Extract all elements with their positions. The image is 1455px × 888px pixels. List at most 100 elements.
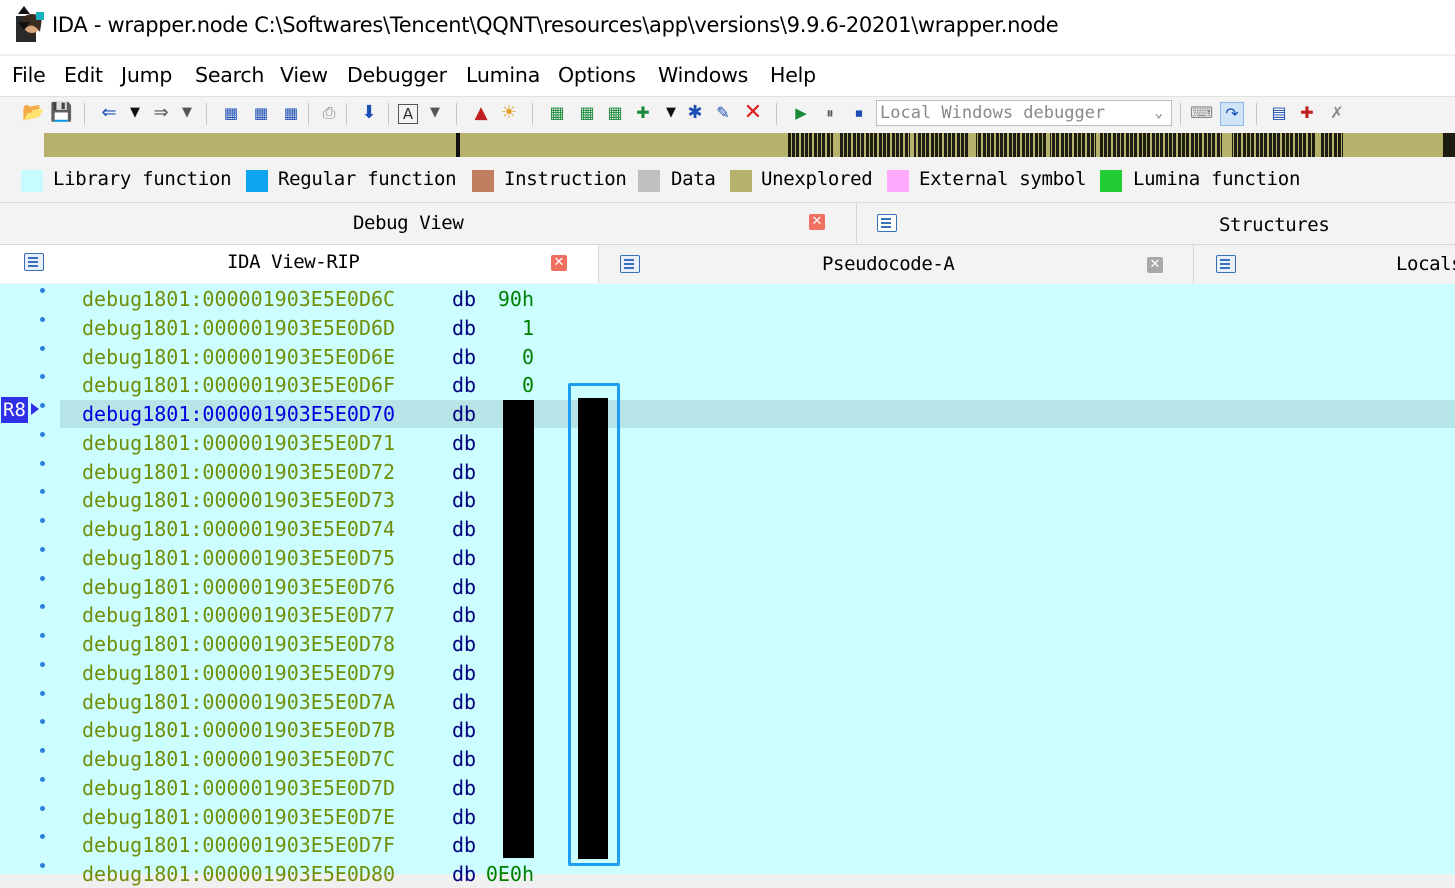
line-marker-dot[interactable] bbox=[40, 489, 45, 494]
line-value[interactable]: 0E0h bbox=[482, 860, 534, 888]
forward-dropdown-icon[interactable]: ▼ bbox=[176, 102, 198, 124]
line-marker-dot[interactable] bbox=[40, 346, 45, 351]
line-marker-dot[interactable] bbox=[40, 777, 45, 782]
disasm-line[interactable]: debug1801:000001903E5E0D7Ddbh bbox=[82, 774, 534, 802]
tab-ida-view-rip[interactable]: IDA View-RIP ✕ bbox=[0, 245, 599, 283]
disasm-line[interactable]: debug1801:000001903E5E0D73dbh bbox=[82, 486, 534, 514]
make-ascii-icon[interactable]: ▦ bbox=[604, 102, 626, 124]
menu-jump[interactable]: Jump bbox=[121, 63, 172, 87]
line-marker-dot[interactable] bbox=[40, 662, 45, 667]
debugger-select[interactable]: Local Windows debugger ⌄ bbox=[876, 100, 1172, 126]
search-text-icon[interactable]: ▦ bbox=[250, 102, 272, 124]
line-value[interactable]: 0 bbox=[482, 343, 534, 371]
line-address[interactable]: debug1801:000001903E5E0D72 bbox=[82, 460, 395, 484]
tab-structures[interactable]: Structures bbox=[857, 203, 1455, 243]
tab-pseudocode-a[interactable]: Pseudocode-A ✕ bbox=[599, 245, 1194, 283]
step-into-icon[interactable]: ⌨ bbox=[1190, 102, 1213, 124]
disasm-line[interactable]: debug1801:000001903E5E0D78dbh bbox=[82, 630, 534, 658]
line-marker-dot[interactable] bbox=[40, 374, 45, 379]
disasm-line[interactable]: debug1801:000001903E5E0D6D db 1 bbox=[82, 314, 534, 342]
line-value[interactable]: 90h bbox=[482, 285, 534, 313]
line-address[interactable]: debug1801:000001903E5E0D76 bbox=[82, 575, 395, 599]
make-struct-icon[interactable]: ✚ bbox=[632, 102, 654, 124]
delete-function-icon[interactable]: ✕ bbox=[742, 102, 764, 124]
line-marker-dot[interactable] bbox=[40, 863, 45, 868]
disasm-line[interactable]: debug1801:000001903E5E0D7Bdbh bbox=[82, 716, 534, 744]
save-icon[interactable]: 💾 bbox=[50, 102, 72, 124]
line-value[interactable]: 1 bbox=[482, 314, 534, 342]
open-folder-icon[interactable]: 📂 bbox=[22, 102, 44, 124]
menu-windows[interactable]: Windows bbox=[658, 63, 748, 87]
line-marker-dot[interactable] bbox=[40, 748, 45, 753]
line-marker-dot[interactable] bbox=[40, 604, 45, 609]
line-marker-dot[interactable] bbox=[40, 633, 45, 638]
disasm-line[interactable]: debug1801:000001903E5E0D74dbh bbox=[82, 515, 534, 543]
menu-file[interactable]: File bbox=[12, 63, 46, 87]
line-marker-dot[interactable] bbox=[40, 576, 45, 581]
line-address[interactable]: debug1801:000001903E5E0D6F bbox=[82, 373, 395, 397]
make-dropdown-icon[interactable]: ▼ bbox=[660, 102, 682, 124]
line-marker-dot[interactable] bbox=[40, 403, 45, 408]
disasm-line[interactable]: debug1801:000001903E5E0D71dbh bbox=[82, 429, 534, 457]
line-address[interactable]: debug1801:000001903E5E0D73 bbox=[82, 488, 395, 512]
line-address[interactable]: debug1801:000001903E5E0D7A bbox=[82, 690, 395, 714]
search-immediate-icon[interactable]: ▦ bbox=[280, 102, 302, 124]
disasm-line[interactable]: debug1801:000001903E5E0D7Adbh bbox=[82, 688, 534, 716]
line-address[interactable]: debug1801:000001903E5E0D78 bbox=[82, 632, 395, 656]
print-icon[interactable]: ⎙ bbox=[318, 102, 340, 124]
disasm-line[interactable]: debug1801:000001903E5E0D77dbh bbox=[82, 601, 534, 629]
disasm-line[interactable]: debug1801:000001903E5E0D6F db 0 bbox=[82, 371, 534, 399]
edit-function-icon[interactable]: ✎ bbox=[712, 102, 734, 124]
line-marker-dot[interactable] bbox=[40, 317, 45, 322]
run-icon[interactable]: ▶ bbox=[790, 102, 812, 124]
line-address[interactable]: debug1801:000001903E5E0D7B bbox=[82, 718, 395, 742]
text-mode-icon[interactable]: A bbox=[398, 104, 418, 124]
line-marker-dot[interactable] bbox=[40, 806, 45, 811]
tab-debug-view[interactable]: Debug View ✕ bbox=[0, 203, 857, 243]
disasm-line[interactable]: debug1801:000001903E5E0D6E db 0 bbox=[82, 343, 534, 371]
close-icon[interactable]: ✕ bbox=[1147, 257, 1163, 273]
line-address[interactable]: debug1801:000001903E5E0D77 bbox=[82, 603, 395, 627]
disasm-line[interactable]: debug1801:000001903E5E0D7Fdbh bbox=[82, 831, 534, 859]
disasm-line[interactable]: debug1801:000001903E5E0D7Cdbh bbox=[82, 745, 534, 773]
line-address[interactable]: debug1801:000001903E5E0D71 bbox=[82, 431, 395, 455]
search-binary-icon[interactable]: ▦ bbox=[220, 102, 242, 124]
line-marker-dot[interactable] bbox=[40, 834, 45, 839]
line-marker-dot[interactable] bbox=[40, 288, 45, 293]
line-marker-dot[interactable] bbox=[40, 691, 45, 696]
disasm-line[interactable]: debug1801:000001903E5E0D72dbh bbox=[82, 458, 534, 486]
disasm-line[interactable]: debug1801:000001903E5E0D80 db 0E0h bbox=[82, 860, 534, 888]
line-address[interactable]: debug1801:000001903E5E0D7D bbox=[82, 776, 395, 800]
disasm-line[interactable]: debug1801:000001903E5E0D75dbh bbox=[82, 544, 534, 572]
line-marker-dot[interactable] bbox=[40, 719, 45, 724]
line-address[interactable]: debug1801:000001903E5E0D75 bbox=[82, 546, 395, 570]
line-address[interactable]: debug1801:000001903E5E0D79 bbox=[82, 661, 395, 685]
disasm-line[interactable]: debug1801:000001903E5E0D7Edbh bbox=[82, 803, 534, 831]
disasm-line[interactable]: debug1801:000001903E5E0D76dbh bbox=[82, 573, 534, 601]
breakpoints-list-icon[interactable]: ▤ bbox=[1268, 102, 1290, 124]
menu-debugger[interactable]: Debugger bbox=[347, 63, 447, 87]
line-address[interactable]: debug1801:000001903E5E0D7F bbox=[82, 833, 395, 857]
menu-edit[interactable]: Edit bbox=[64, 63, 103, 87]
close-icon[interactable]: ✕ bbox=[551, 255, 567, 271]
tab-locals[interactable]: Locals bbox=[1194, 245, 1455, 283]
menu-view[interactable]: View bbox=[280, 63, 328, 87]
graph-overview-icon[interactable]: ▲ bbox=[470, 102, 492, 124]
menu-lumina[interactable]: Lumina bbox=[466, 63, 540, 87]
line-address[interactable]: debug1801:000001903E5E0D74 bbox=[82, 517, 395, 541]
stop-icon[interactable]: ⏹ bbox=[848, 102, 870, 124]
menu-help[interactable]: Help bbox=[770, 63, 816, 87]
jump-down-icon[interactable]: ⬇ bbox=[358, 102, 380, 124]
lightbulb-icon[interactable]: ☀ bbox=[498, 102, 520, 124]
create-function-icon[interactable]: ✱ bbox=[684, 102, 706, 124]
disasm-line[interactable]: debug1801:000001903E5E0D6C db 90h bbox=[82, 285, 534, 313]
disasm-line[interactable]: debug1801:000001903E5E0D79dbh bbox=[82, 659, 534, 687]
menu-search[interactable]: Search bbox=[195, 63, 264, 87]
line-marker-dot[interactable] bbox=[40, 461, 45, 466]
line-marker-dot[interactable] bbox=[40, 518, 45, 523]
line-address[interactable]: debug1801:000001903E5E0D6E bbox=[82, 345, 395, 369]
make-data-icon[interactable]: ▦ bbox=[576, 102, 598, 124]
menu-options[interactable]: Options bbox=[558, 63, 636, 87]
line-marker-dot[interactable] bbox=[40, 432, 45, 437]
line-address[interactable]: debug1801:000001903E5E0D7E bbox=[82, 805, 395, 829]
